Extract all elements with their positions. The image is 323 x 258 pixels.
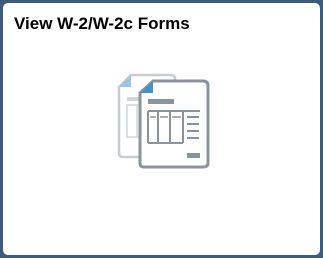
tile-page-background: View W-2/W-2c Forms [0, 0, 323, 258]
documents-icon [117, 73, 210, 169]
tile-title: View W-2/W-2c Forms [14, 14, 190, 33]
front-document [138, 79, 210, 169]
view-w2-forms-tile[interactable]: View W-2/W-2c Forms [3, 3, 320, 255]
